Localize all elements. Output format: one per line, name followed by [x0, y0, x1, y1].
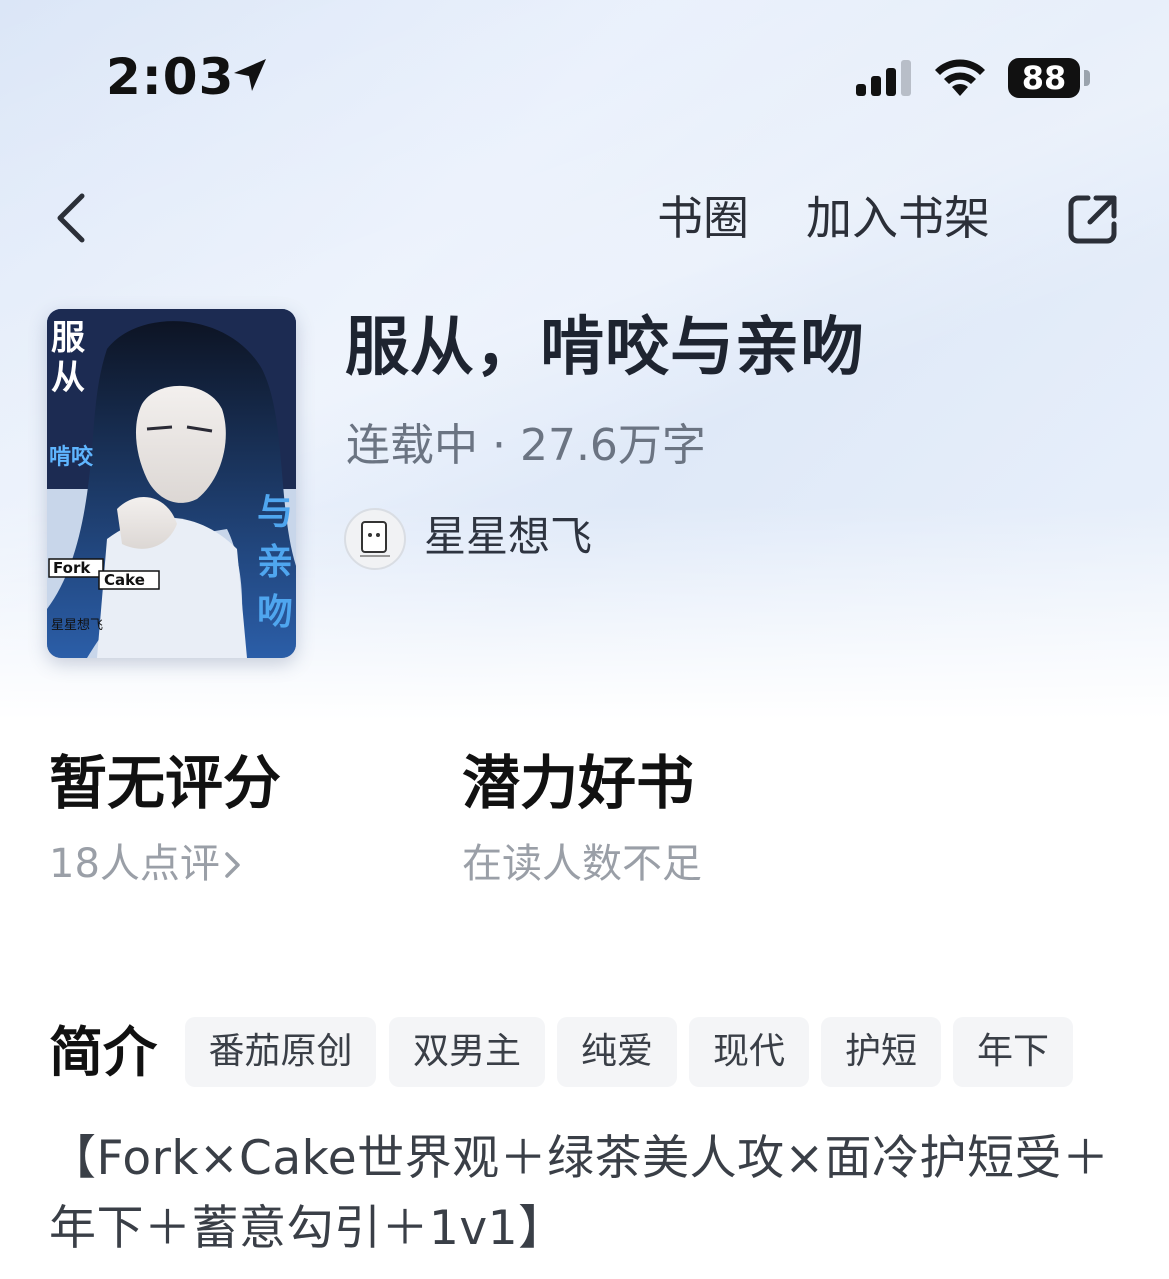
status-time: 2:03: [106, 48, 235, 106]
author-name[interactable]: 星星想飞: [424, 510, 592, 564]
author-avatar[interactable]: [344, 508, 406, 570]
location-arrow-icon: [234, 59, 266, 91]
tag-chip[interactable]: 护短: [821, 1017, 941, 1087]
book-title: 服从，啃咬与亲吻: [345, 311, 865, 385]
cover-author-text: 星星想飞: [51, 617, 103, 633]
cover-title-char-6: 吻: [257, 592, 293, 633]
share-icon[interactable]: [1066, 192, 1120, 246]
cellular-signal-icon: [856, 60, 911, 96]
review-count-link[interactable]: 18人点评: [49, 838, 220, 890]
intro-text: 【Fork×Cake世界观＋绿茶美人攻×面冷护短受＋年下＋蓄意勾引＋1v1】: [49, 1131, 1110, 1256]
potential-title: 潜力好书: [462, 749, 695, 817]
author-avatar-icon: [360, 521, 390, 557]
chevron-right-icon[interactable]: [222, 848, 244, 882]
battery-tip: [1084, 70, 1090, 86]
rating-title: 暂无评分: [49, 749, 282, 817]
tag-chip[interactable]: 双男主: [389, 1017, 545, 1087]
tag-chip[interactable]: 现代: [689, 1017, 809, 1087]
status-bar: 2:03 88: [0, 0, 1169, 150]
add-to-shelf-button[interactable]: 加入书架: [806, 190, 990, 246]
book-cover[interactable]: 服 从 啃咬 与 亲 吻 Fork Cake 星星想飞: [47, 309, 296, 658]
tag-chip[interactable]: 番茄原创: [185, 1017, 376, 1087]
book-circle-link[interactable]: 书圈: [657, 190, 749, 246]
cover-cake-text: Cake: [104, 571, 145, 589]
tag-chip[interactable]: 年下: [953, 1017, 1073, 1087]
wifi-icon: [935, 59, 985, 96]
cover-title-char-1: 服: [51, 318, 85, 358]
cover-illustration: 服 从 啃咬 与 亲 吻 Fork Cake 星星想飞: [47, 309, 296, 658]
cover-title-char-4: 与: [257, 492, 293, 533]
chevron-left-icon[interactable]: [50, 188, 94, 248]
book-status-wordcount: 连载中 · 27.6万字: [346, 420, 706, 471]
cover-title-char-5: 亲: [257, 542, 293, 583]
tag-chip[interactable]: 纯爱: [557, 1017, 677, 1087]
intro-heading: 简介: [49, 1021, 157, 1084]
battery-indicator: 88: [1008, 58, 1080, 98]
cover-title-char-2: 从: [51, 358, 85, 398]
potential-subtitle: 在读人数不足: [462, 841, 702, 887]
cover-title-char-3: 啃咬: [49, 444, 94, 470]
cover-fork-text: Fork: [53, 559, 91, 577]
